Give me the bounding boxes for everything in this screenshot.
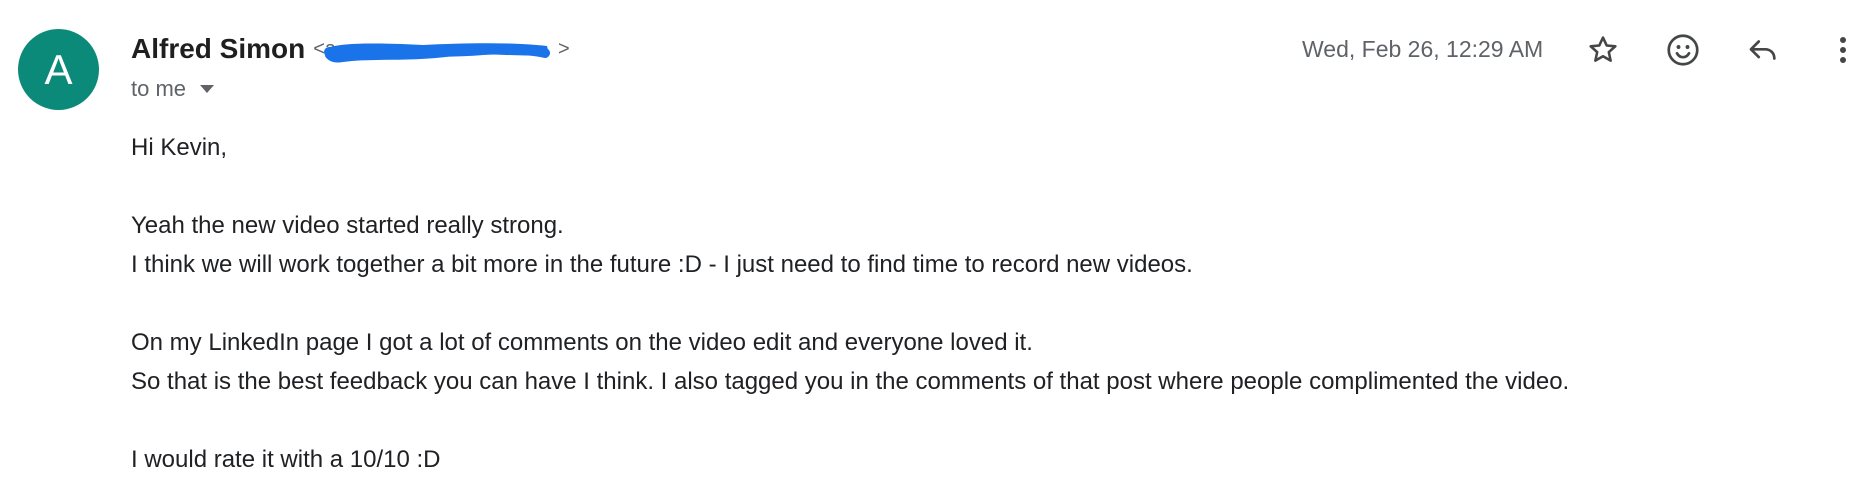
email-date: Wed, Feb 26, 12:29 AM bbox=[1302, 36, 1544, 62]
more-options-button[interactable] bbox=[1819, 26, 1867, 74]
recipient-label: to me bbox=[131, 76, 187, 101]
redaction-scribble bbox=[324, 42, 551, 63]
reply-button[interactable] bbox=[1739, 26, 1787, 74]
body-line-1: Yeah the new video started really strong… bbox=[131, 212, 564, 239]
reply-icon bbox=[1749, 40, 1776, 60]
body-blank-3 bbox=[131, 401, 1569, 440]
recipient-details-dropdown[interactable] bbox=[200, 85, 215, 93]
star-outline-icon bbox=[1589, 36, 1617, 62]
email-body: Hi Kevin, Yeah the new video started rea… bbox=[131, 128, 1569, 479]
sender-row: Alfred Simon <a > bbox=[131, 31, 570, 67]
avatar-letter: A bbox=[44, 45, 73, 93]
body-line-4: So that is the best feedback you can hav… bbox=[131, 368, 1570, 395]
body-line-3: On my LinkedIn page I got a lot of comme… bbox=[131, 329, 1033, 356]
body-line-2: I think we will work together a bit more… bbox=[131, 251, 1193, 278]
sender-email-close: > bbox=[558, 37, 570, 60]
more-vert-icon bbox=[1840, 37, 1846, 63]
star-button[interactable] bbox=[1579, 26, 1627, 74]
body-line-5: I would rate it with a 10/10 :D bbox=[131, 446, 441, 473]
emoji-reaction-icon bbox=[1667, 34, 1699, 66]
recipient-row: to me bbox=[131, 76, 215, 102]
add-reaction-button[interactable] bbox=[1659, 26, 1707, 74]
sender-avatar[interactable]: A bbox=[18, 29, 99, 110]
sender-email[interactable]: <a > bbox=[313, 37, 570, 63]
body-greeting: Hi Kevin, bbox=[131, 134, 228, 161]
body-blank-2 bbox=[131, 284, 1569, 323]
sender-name[interactable]: Alfred Simon bbox=[131, 33, 305, 65]
body-blank-1 bbox=[131, 167, 1569, 206]
